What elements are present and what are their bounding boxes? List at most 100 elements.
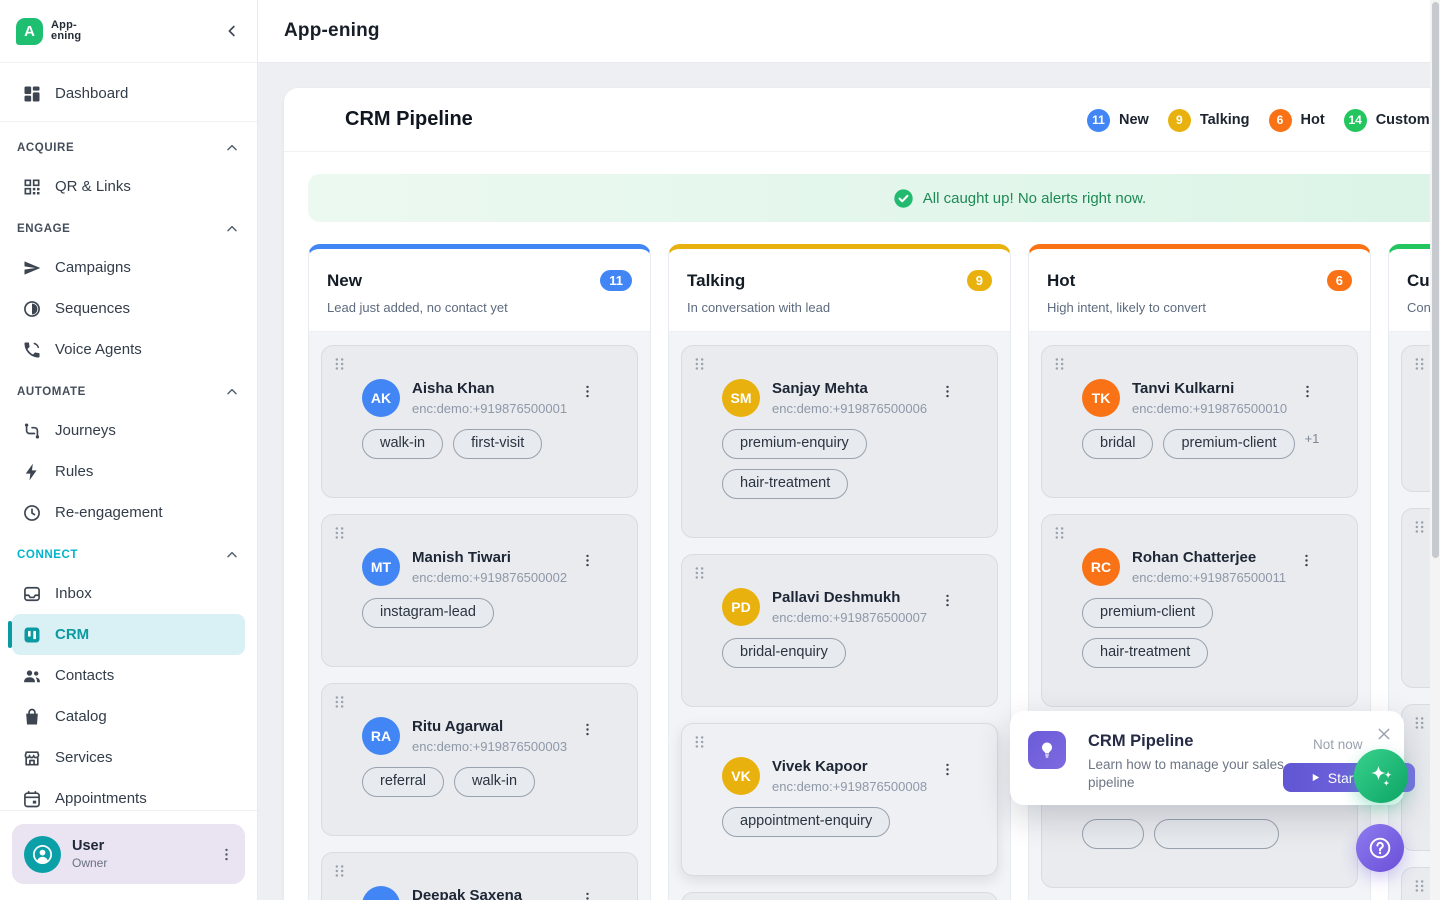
lead-row: RARitu Agarwalenc:demo:+919876500003 bbox=[334, 717, 625, 755]
drag-handle-icon[interactable] bbox=[333, 525, 346, 541]
tag-pill: premium-client bbox=[1163, 429, 1294, 459]
help-fab[interactable] bbox=[1356, 824, 1404, 872]
not-now-button[interactable]: Not now bbox=[1313, 737, 1363, 752]
lead-phone: enc:demo:+919876500002 bbox=[412, 570, 567, 585]
sidebar-item-label: Dashboard bbox=[55, 85, 128, 102]
drag-handle-icon[interactable] bbox=[693, 565, 706, 581]
tag-pill bbox=[1082, 819, 1144, 849]
sidebar-item-label: Inbox bbox=[55, 585, 92, 602]
user-card[interactable]: User Owner bbox=[12, 824, 245, 884]
drag-handle-icon[interactable] bbox=[693, 734, 706, 750]
stage-stat-new: 11 New bbox=[1087, 109, 1149, 132]
stage-label: New bbox=[1119, 112, 1149, 128]
lead-card[interactable]: SMSanjay Mehtaenc:demo:+919876500006prem… bbox=[681, 345, 998, 538]
sidebar-collapse-icon[interactable] bbox=[223, 22, 241, 40]
lead-row: SMSanjay Mehtaenc:demo:+919876500006 bbox=[694, 379, 985, 417]
card-menu-button[interactable] bbox=[1299, 383, 1316, 400]
lead-card[interactable]: NSNandini Shetty bbox=[681, 892, 998, 900]
page-scrollbar bbox=[1430, 0, 1440, 900]
ai-assistant-fab[interactable] bbox=[1354, 749, 1408, 803]
lead-card[interactable]: TKTanvi Kulkarnienc:demo:+919876500010br… bbox=[1041, 345, 1358, 498]
drag-handle-icon[interactable] bbox=[1413, 519, 1426, 535]
sidebar-item-voice-agents[interactable]: Voice Agents bbox=[12, 329, 245, 370]
column-subtitle: Lead just added, no contact yet bbox=[327, 300, 632, 315]
lead-meta: Tanvi Kulkarnienc:demo:+919876500010 bbox=[1132, 379, 1287, 416]
sidebar-item-re-engagement[interactable]: Re-engagement bbox=[12, 492, 245, 533]
alert-banner: All caught up! No alerts right now. bbox=[308, 174, 1440, 222]
user-avatar bbox=[24, 836, 61, 873]
kanban-icon bbox=[22, 625, 42, 645]
pipeline-title: CRM Pipeline bbox=[345, 108, 473, 131]
card-menu-button[interactable] bbox=[1298, 552, 1315, 569]
chevron-up-icon[interactable] bbox=[224, 547, 240, 563]
sidebar-item-qr-links[interactable]: QR & Links bbox=[12, 166, 245, 207]
chevron-up-icon[interactable] bbox=[224, 221, 240, 237]
drag-handle-icon[interactable] bbox=[333, 863, 346, 879]
drag-handle-icon[interactable] bbox=[693, 356, 706, 372]
column-title: Talking bbox=[687, 271, 745, 291]
tag-list: premium-clienthair-treatment bbox=[1082, 598, 1345, 706]
toast-title: CRM Pipeline bbox=[1088, 732, 1193, 751]
chevron-up-icon[interactable] bbox=[224, 384, 240, 400]
card-menu-button[interactable] bbox=[579, 552, 596, 569]
stage-stat-hot: 6Hot bbox=[1269, 109, 1325, 132]
stage-count-badge: 6 bbox=[1269, 109, 1292, 132]
close-icon[interactable] bbox=[1376, 726, 1392, 742]
sidebar-item-inbox[interactable]: Inbox bbox=[12, 573, 245, 614]
sidebar-item-appointments[interactable]: Appointments bbox=[12, 778, 245, 810]
sidebar-item-crm[interactable]: CRM bbox=[12, 614, 245, 655]
lead-row: AKAisha Khanenc:demo:+919876500001 bbox=[334, 379, 625, 417]
qr-icon bbox=[22, 177, 42, 197]
sidebar-item-rules[interactable]: Rules bbox=[12, 451, 245, 492]
card-menu-button[interactable] bbox=[939, 761, 956, 778]
sidebar-item-campaigns[interactable]: Campaigns bbox=[12, 247, 245, 288]
lead-card[interactable]: RCRohan Chatterjeeenc:demo:+919876500011… bbox=[1041, 514, 1358, 707]
drag-handle-icon[interactable] bbox=[333, 356, 346, 372]
drag-handle-icon[interactable] bbox=[1053, 525, 1066, 541]
lead-row: DSDeepak Saxenaenc:demo:+919876500004 bbox=[334, 886, 625, 900]
lead-card[interactable]: PDPallavi Deshmukhenc:demo:+919876500007… bbox=[681, 554, 998, 707]
sidebar-item-contacts[interactable]: Contacts bbox=[12, 655, 245, 696]
lead-row: VKVivek Kapoorenc:demo:+919876500008 bbox=[694, 757, 985, 795]
sidebar-item-journeys[interactable]: Journeys bbox=[12, 410, 245, 451]
column-body: AKAisha Khanenc:demo:+919876500001walk-i… bbox=[309, 332, 650, 900]
stage-count-badge: 11 bbox=[1087, 109, 1110, 132]
tag-pill: instagram-lead bbox=[362, 598, 494, 628]
drag-handle-icon[interactable] bbox=[1413, 878, 1426, 894]
drag-handle-icon[interactable] bbox=[1413, 715, 1426, 731]
card-menu-button[interactable] bbox=[579, 721, 596, 738]
sidebar-item-services[interactable]: Services bbox=[12, 737, 245, 778]
lead-card[interactable]: RARitu Agarwalenc:demo:+919876500003 refe… bbox=[321, 683, 638, 836]
lead-card[interactable]: DSDeepak Saxenaenc:demo:+919876500004 bbox=[321, 852, 638, 900]
tag-list: bridal-enquiry bbox=[722, 638, 985, 706]
tag-list: referralwalk-in bbox=[362, 767, 625, 835]
lead-card[interactable]: AKAisha Khanenc:demo:+919876500001walk-i… bbox=[321, 345, 638, 498]
column-count-badge: 6 bbox=[1327, 270, 1352, 291]
scrollbar-thumb[interactable] bbox=[1432, 2, 1439, 558]
lightbulb-icon bbox=[1028, 731, 1066, 769]
sidebar-item-label: Appointments bbox=[55, 790, 147, 807]
card-menu-button[interactable] bbox=[579, 383, 596, 400]
clock-icon bbox=[22, 503, 42, 523]
drag-handle-icon[interactable] bbox=[1053, 356, 1066, 372]
stage-stat-customer: 14Customer bbox=[1344, 109, 1440, 132]
card-menu-button[interactable] bbox=[939, 383, 956, 400]
lead-card[interactable]: MTManish Tiwarienc:demo:+919876500002ins… bbox=[321, 514, 638, 667]
sidebar-item-dashboard[interactable]: Dashboard bbox=[12, 73, 245, 114]
sidebar-item-catalog[interactable]: Catalog bbox=[12, 696, 245, 737]
chevron-up-icon[interactable] bbox=[224, 140, 240, 156]
lead-card[interactable]: VKVivek Kapoorenc:demo:+919876500008 appo… bbox=[681, 723, 998, 876]
play-icon bbox=[1310, 772, 1321, 783]
card-menu-button[interactable] bbox=[579, 890, 596, 900]
tag-list: appointment-enquiry bbox=[722, 807, 985, 875]
drag-handle-icon[interactable] bbox=[1413, 356, 1426, 372]
drag-handle-icon[interactable] bbox=[333, 694, 346, 710]
tag-pill: bridal-enquiry bbox=[722, 638, 846, 668]
app-logo: A App- ening bbox=[16, 18, 223, 45]
sidebar-item-label: Campaigns bbox=[55, 259, 131, 276]
sidebar-item-sequences[interactable]: Sequences bbox=[12, 288, 245, 329]
column-body: TKTanvi Kulkarnienc:demo:+919876500010br… bbox=[1029, 332, 1370, 900]
card-menu-button[interactable] bbox=[939, 592, 956, 609]
user-menu-button[interactable] bbox=[218, 846, 235, 863]
avatar: VK bbox=[722, 757, 760, 795]
